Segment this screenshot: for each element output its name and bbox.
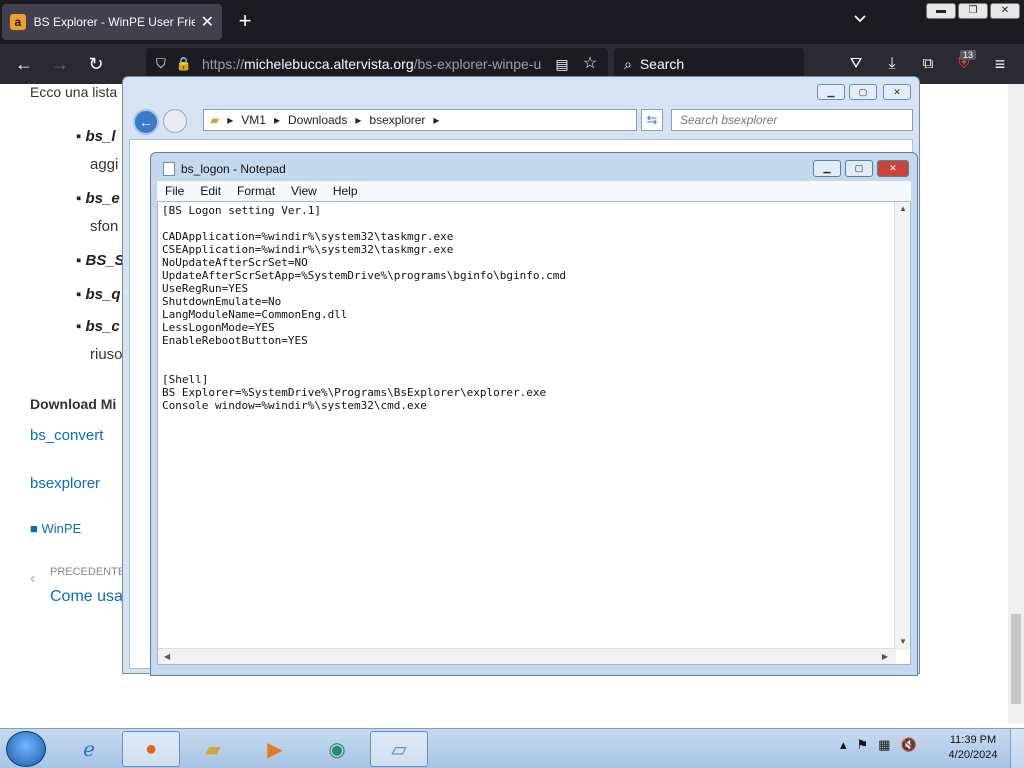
link-bs-convert[interactable]: bs_convert (30, 427, 103, 444)
clock[interactable]: 11:39 PM 4/20/2024 (944, 733, 1002, 763)
file-explorer-icon[interactable]: ▰ (184, 731, 242, 767)
list-item: ▪ bs_c (76, 318, 120, 335)
download-heading: Download Mi (30, 396, 117, 412)
notepad-horizontal-scrollbar[interactable]: ◀ ▶ (158, 648, 896, 664)
reload-icon[interactable]: ↻ (84, 52, 108, 76)
tab-list-chevron-icon[interactable] (852, 10, 868, 31)
internet-explorer-icon[interactable]: ℯ (60, 731, 118, 767)
clock-date: 4/20/2024 (948, 749, 998, 761)
explorer-minimize-button[interactable]: ▁ (817, 84, 845, 100)
site-favicon-icon: a (10, 14, 26, 30)
list-item: ▪ bs_q (76, 286, 121, 303)
scrollbar-thumb[interactable] (1011, 614, 1021, 704)
notepad-close-button[interactable]: ✕ (877, 160, 909, 177)
scroll-up-icon[interactable]: ▲ (899, 204, 907, 213)
link-bsexplorer[interactable]: bsexplorer (30, 475, 100, 492)
shield-icon[interactable]: ⛉ (156, 56, 166, 72)
notepad-minimize-button[interactable]: ▁ (813, 160, 841, 177)
search-placeholder: Search (639, 56, 685, 72)
explorer-back-button[interactable]: ← (133, 109, 159, 135)
menu-hamburger-icon[interactable]: ≡ (988, 52, 1012, 76)
tab-title: BS Explorer - WinPE User Friendly (33, 15, 195, 29)
notepad-window[interactable]: bs_logon - Notepad ▁ ▢ ✕ File Edit Forma… (150, 152, 918, 676)
reader-view-icon[interactable]: ▤ (550, 52, 574, 76)
intro-text: Ecco una lista (30, 84, 118, 100)
minimize-button[interactable]: ▬ (926, 3, 956, 19)
explorer-close-button[interactable]: ✕ (883, 84, 911, 100)
notepad-taskbar-icon[interactable]: ▱ (370, 731, 428, 767)
explorer-search-input[interactable]: Search bsexplorer (671, 109, 913, 131)
browser-tab-bar: a BS Explorer - WinPE User Friendly ✕ + … (0, 0, 1024, 44)
notepad-title: bs_logon - Notepad (181, 162, 286, 176)
scroll-down-icon[interactable]: ▼ (899, 637, 907, 646)
extensions-icon[interactable]: ⧉ (916, 52, 940, 76)
notepad-maximize-button[interactable]: ▢ (845, 160, 873, 177)
menu-format[interactable]: Format (237, 184, 275, 198)
new-tab-button[interactable]: + (232, 8, 258, 34)
breadcrumb-item[interactable]: bsexplorer (369, 113, 425, 127)
downloads-icon[interactable]: ⤓ (880, 52, 904, 76)
url-host: michelebucca.altervista.org (243, 56, 414, 72)
tab-close-icon[interactable]: ✕ (201, 12, 214, 32)
chevron-left-icon[interactable]: ‹ (30, 570, 35, 588)
list-item-text: sfon (90, 218, 119, 235)
tray-expand-icon[interactable]: ▴ (840, 737, 847, 753)
breadcrumb-item[interactable]: VM1 (241, 113, 266, 127)
list-item: ▪ bs_l (76, 128, 116, 145)
lock-icon[interactable]: 🔒 (176, 56, 192, 72)
action-center-flag-icon[interactable]: ⚑ (857, 737, 869, 753)
refresh-icon[interactable]: ⇆ (641, 109, 663, 131)
bookmark-star-icon[interactable]: ☆ (578, 52, 602, 76)
firefox-icon[interactable]: ● (122, 731, 180, 767)
close-window-button[interactable]: ✕ (990, 3, 1020, 19)
app-globe-icon[interactable]: ◉ (308, 731, 366, 767)
forward-arrow-icon[interactable]: → (48, 52, 72, 76)
menu-file[interactable]: File (165, 184, 184, 198)
back-arrow-icon[interactable]: ← (12, 52, 36, 76)
page-scrollbar[interactable] (1008, 84, 1024, 724)
explorer-forward-button[interactable] (163, 109, 187, 133)
network-icon[interactable]: ▦ (878, 737, 890, 753)
menu-edit[interactable]: Edit (200, 184, 221, 198)
breadcrumb-item[interactable]: Downloads (288, 113, 347, 127)
notepad-icon (163, 162, 175, 176)
clock-time: 11:39 PM (949, 734, 997, 746)
folder-icon: ■ (30, 521, 38, 536)
notepad-vertical-scrollbar[interactable]: ▲ ▼ (894, 202, 910, 650)
prev-post-title[interactable]: Come usa (50, 588, 123, 606)
list-item-text: riuso (90, 346, 123, 363)
notepad-edit-area[interactable]: [BS Logon setting Ver.1] CADApplication=… (157, 201, 911, 665)
url-path: /bs-explorer-winpe-u (413, 56, 542, 72)
restore-button[interactable]: ❐ (958, 3, 988, 19)
scroll-right-icon[interactable]: ▶ (882, 652, 888, 661)
menu-help[interactable]: Help (333, 184, 358, 198)
media-player-icon[interactable]: ▶ (246, 731, 304, 767)
list-item: ▪ bs_e (76, 190, 120, 207)
taskbar: ℯ ● ▰ ▶ ◉ ▱ ▴ ⚑ ▦ 🔇 11:39 PM 4/20/2024 (0, 728, 1024, 768)
search-icon: ⌕ (624, 55, 632, 72)
list-item-text: aggi (90, 156, 119, 173)
list-item: ▪ BS_S (76, 252, 125, 269)
explorer-maximize-button[interactable]: ▢ (849, 84, 877, 100)
extension-badge: 13 (960, 50, 977, 60)
menu-view[interactable]: View (291, 184, 317, 198)
notepad-text[interactable]: [BS Logon setting Ver.1] CADApplication=… (162, 204, 890, 644)
url-scheme: https:// (201, 56, 244, 72)
pocket-icon[interactable]: ⛛ (844, 52, 868, 76)
explorer-address-bar[interactable]: ▰ ▸ VM1 ▸ Downloads ▸ bsexplorer ▸ (203, 109, 637, 131)
show-desktop-button[interactable] (1010, 729, 1024, 768)
scroll-left-icon[interactable]: ◀ (164, 652, 170, 661)
prev-post-label: PRECEDENTE (50, 566, 126, 578)
folder-icon: ▰ (210, 113, 220, 127)
category-link[interactable]: ■ WinPE (30, 521, 81, 536)
volume-muted-icon[interactable]: 🔇 (900, 737, 916, 753)
start-button[interactable] (6, 731, 46, 767)
notepad-menu-bar: File Edit Format View Help (157, 181, 911, 201)
system-tray: ▴ ⚑ ▦ 🔇 (840, 737, 917, 753)
browser-tab[interactable]: a BS Explorer - WinPE User Friendly ✕ (2, 4, 222, 40)
